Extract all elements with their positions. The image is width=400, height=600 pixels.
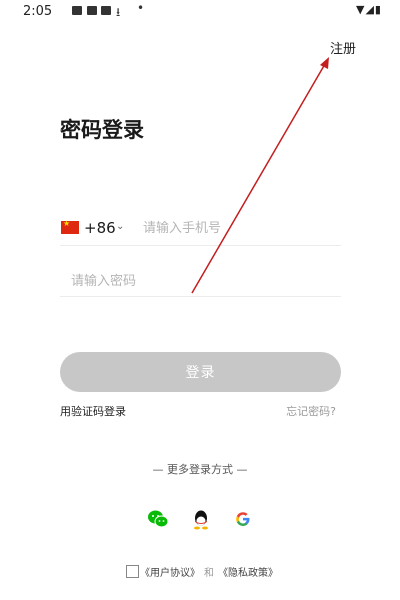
annotation-arrow: [191, 57, 329, 294]
